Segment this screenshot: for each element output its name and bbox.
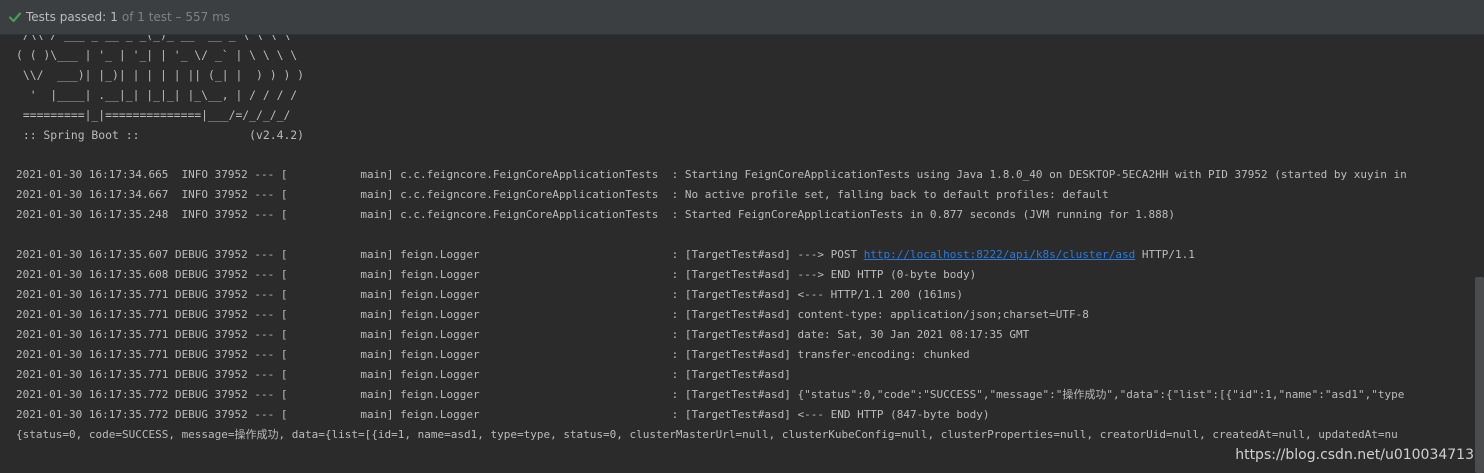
log-line: 2021-01-30 16:17:35.248 INFO 37952 --- [… bbox=[16, 208, 1175, 221]
spring-banner-line: \\/ ___)| |_)| | | | | || (_| | ) ) ) ) bbox=[16, 68, 305, 82]
log-line: 2021-01-30 16:17:35.771 DEBUG 37952 --- … bbox=[16, 368, 791, 381]
log-line: 2021-01-30 16:17:35.772 DEBUG 37952 --- … bbox=[16, 388, 1405, 401]
spring-boot-version: :: Spring Boot :: (v2.4.2) bbox=[16, 128, 305, 142]
tests-passed-label: Tests passed: bbox=[26, 10, 107, 24]
spring-banner-line: ( ( )\___ | '_ | '_| | '_ \/ _` | \ \ \ … bbox=[16, 48, 298, 62]
log-line: 2021-01-30 16:17:35.771 DEBUG 37952 --- … bbox=[16, 288, 964, 301]
log-line: 2021-01-30 16:17:35.771 DEBUG 37952 --- … bbox=[16, 348, 970, 361]
log-line: 2021-01-30 16:17:34.665 INFO 37952 --- [… bbox=[16, 168, 1407, 181]
vertical-scrollbar[interactable] bbox=[1475, 277, 1484, 473]
result-line: {status=0, code=SUCCESS, message=操作成功, d… bbox=[16, 428, 1398, 441]
log-line-post-prefix: 2021-01-30 16:17:35.607 DEBUG 37952 --- … bbox=[16, 248, 864, 261]
watermark: https://blog.csdn.net/u010034713 bbox=[1235, 447, 1474, 463]
spring-banner-line: ' |____| .__|_| |_|_| |_\__, | / / / / bbox=[16, 88, 298, 102]
log-line: 2021-01-30 16:17:35.771 DEBUG 37952 --- … bbox=[16, 328, 1030, 341]
log-line: 2021-01-30 16:17:34.667 INFO 37952 --- [… bbox=[16, 188, 1109, 201]
console-output[interactable]: /\\ / ___'_ __ _ _(_)_ __ __ _ \ \ \ \ (… bbox=[0, 35, 1484, 473]
log-line-post-suffix: HTTP/1.1 bbox=[1135, 248, 1195, 261]
tests-passed-count: 1 bbox=[110, 10, 118, 24]
log-line: 2021-01-30 16:17:35.608 DEBUG 37952 --- … bbox=[16, 268, 977, 281]
tests-detail: of 1 test – 557 ms bbox=[121, 10, 231, 24]
log-line: 2021-01-30 16:17:35.772 DEBUG 37952 --- … bbox=[16, 408, 990, 421]
log-line-post: 2021-01-30 16:17:35.607 DEBUG 37952 --- … bbox=[16, 245, 1195, 265]
spring-banner-line: =========|_|==============|___/=/_/_/_/ bbox=[16, 108, 291, 122]
log-line: 2021-01-30 16:17:35.771 DEBUG 37952 --- … bbox=[16, 308, 1089, 321]
request-url-link[interactable]: http://localhost:8222/api/k8s/cluster/as… bbox=[864, 248, 1136, 261]
test-status-bar: Tests passed: 1 of 1 test – 557 ms bbox=[0, 0, 1484, 35]
spring-banner-line: /\\ / ___'_ __ _ _(_)_ __ __ _ \ \ \ \ bbox=[16, 35, 291, 42]
check-icon bbox=[8, 12, 22, 23]
